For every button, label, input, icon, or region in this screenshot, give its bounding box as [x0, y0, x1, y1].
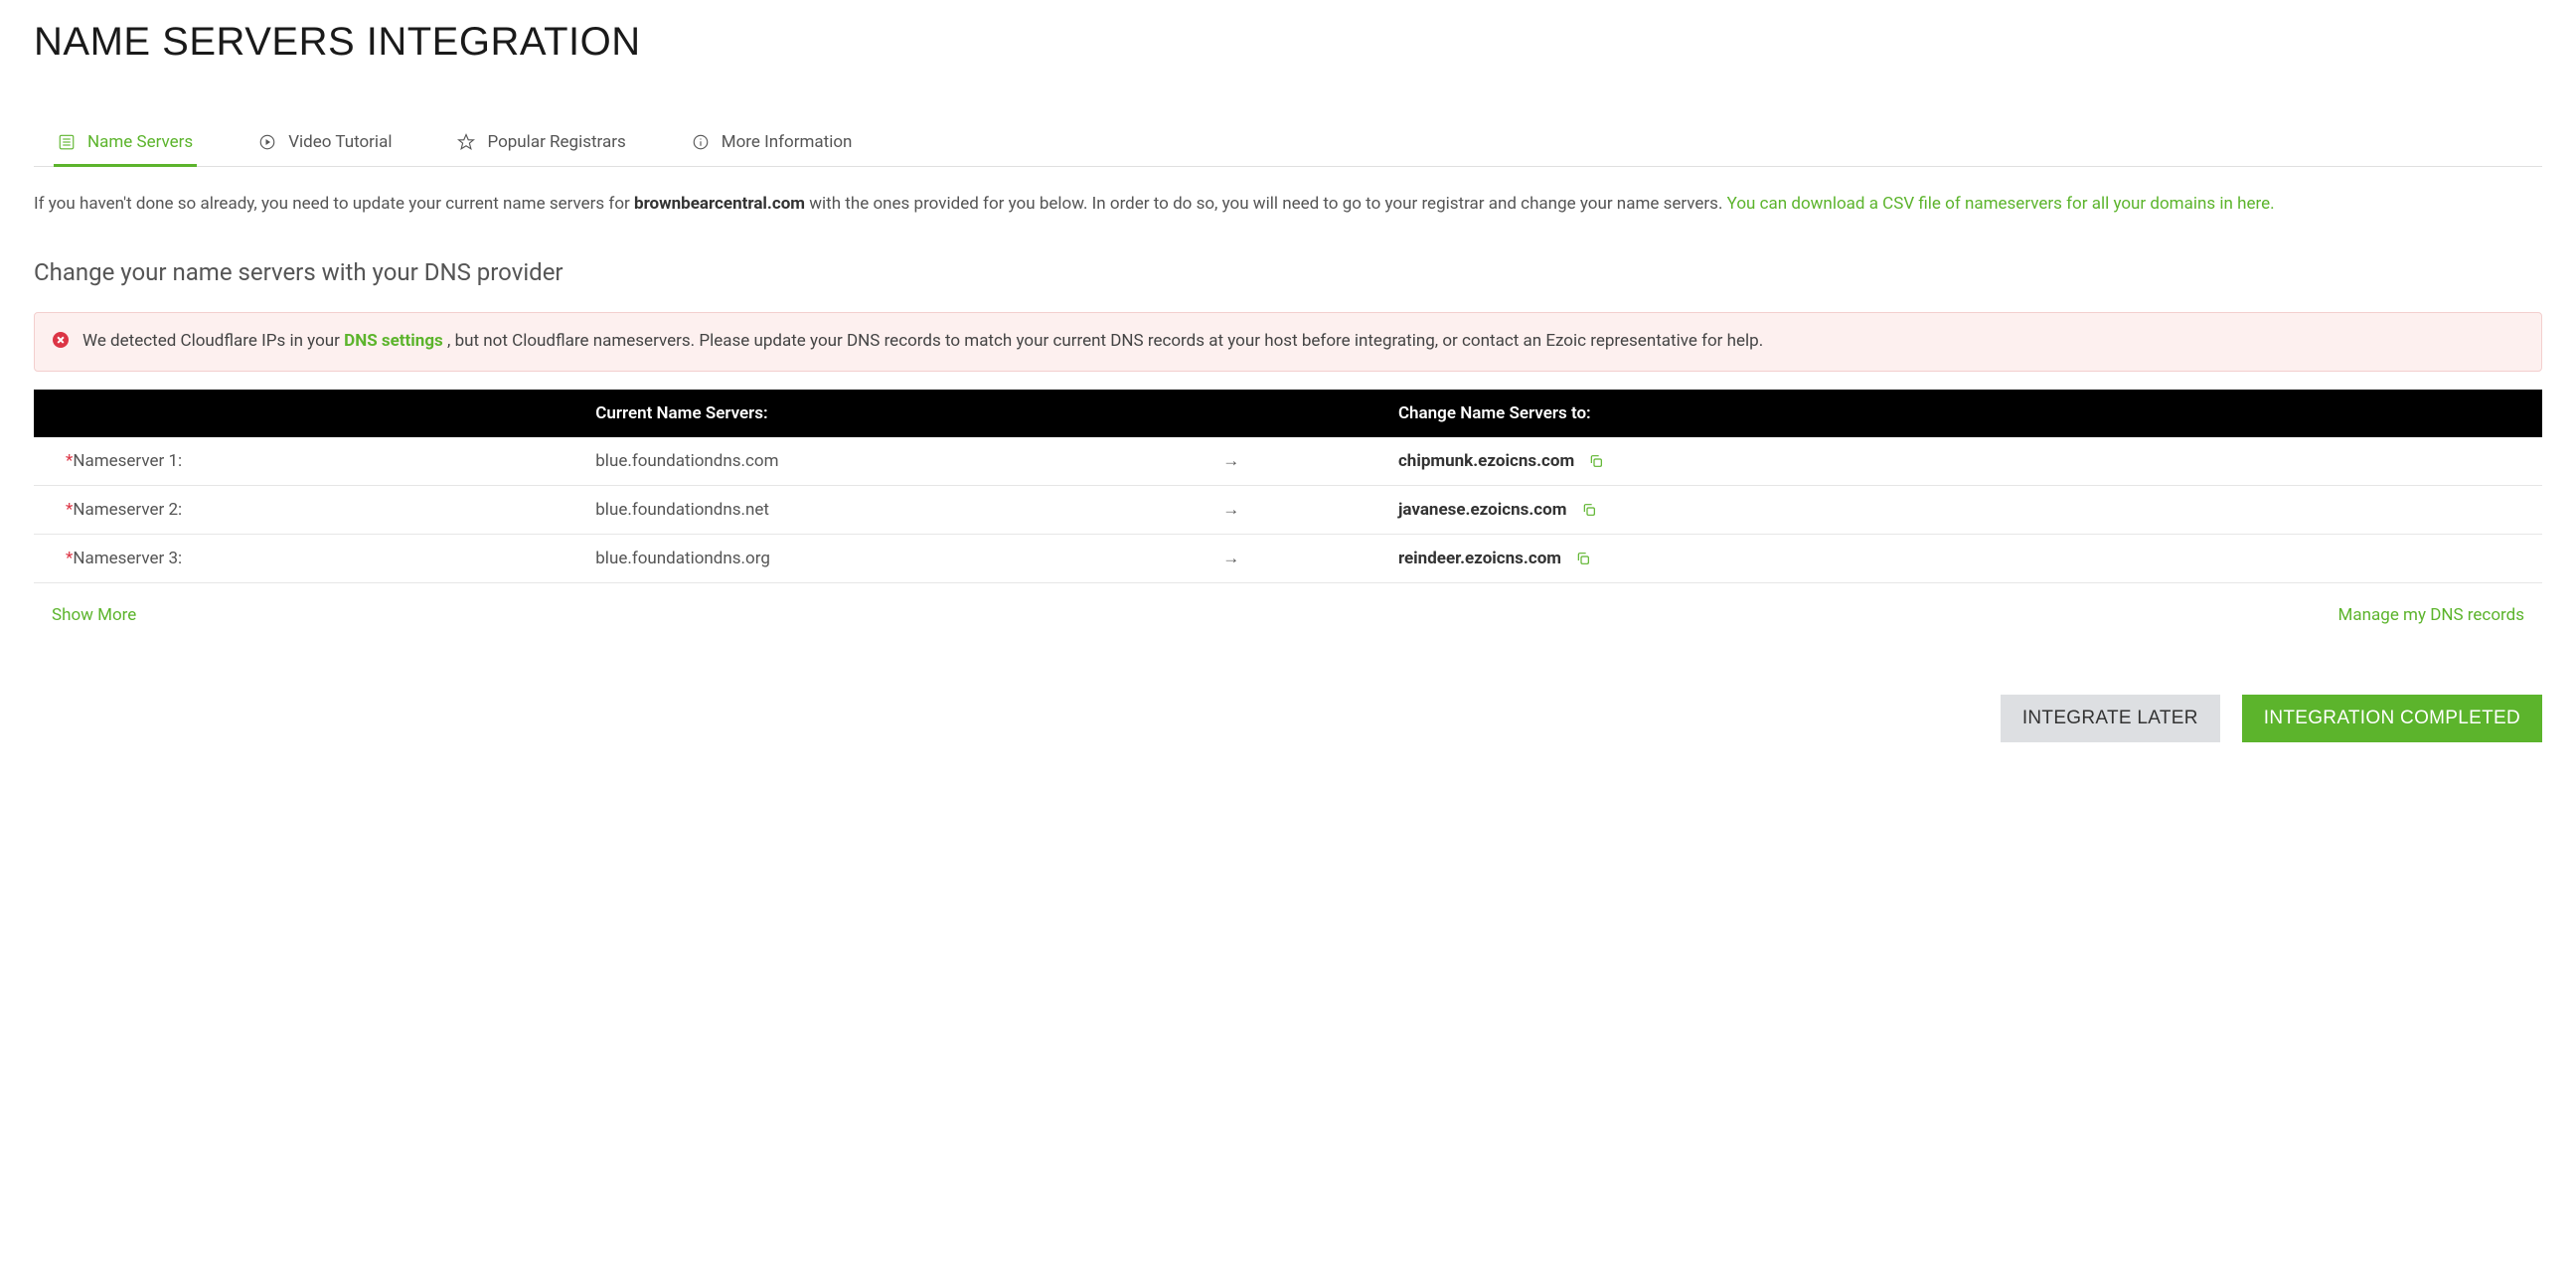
- ns-target: javanese.ezoicns.com: [1398, 500, 1567, 520]
- table-row: *Nameserver 3: blue.foundationdns.org → …: [34, 534, 2542, 582]
- nameserver-table: Current Name Servers: Change Name Server…: [34, 390, 2542, 583]
- action-buttons: INTEGRATE LATER INTEGRATION COMPLETED: [34, 695, 2542, 742]
- manage-dns-link[interactable]: Manage my DNS records: [2338, 605, 2524, 625]
- list-icon: [58, 133, 76, 151]
- play-circle-icon: [258, 133, 276, 151]
- th-blank: [34, 390, 585, 437]
- show-more-link[interactable]: Show More: [52, 605, 136, 625]
- copy-icon[interactable]: [1581, 502, 1597, 518]
- integration-completed-button[interactable]: INTEGRATION COMPLETED: [2242, 695, 2542, 742]
- page-title: NAME SERVERS INTEGRATION: [34, 20, 2542, 65]
- th-change-to: Change Name Servers to:: [1388, 390, 2542, 437]
- tab-name-servers[interactable]: Name Servers: [54, 124, 197, 166]
- tab-video-tutorial[interactable]: Video Tutorial: [254, 124, 396, 166]
- arrow-right-icon: →: [1212, 534, 1388, 582]
- integrate-later-button[interactable]: INTEGRATE LATER: [2001, 695, 2220, 742]
- table-row: *Nameserver 2: blue.foundationdns.net → …: [34, 485, 2542, 534]
- csv-download-link[interactable]: You can download a CSV file of nameserve…: [1727, 194, 2275, 214]
- ns-current: blue.foundationdns.net: [585, 485, 1212, 534]
- ns-current: blue.foundationdns.com: [585, 437, 1212, 486]
- copy-icon[interactable]: [1575, 551, 1591, 566]
- ns-label: *Nameserver 1:: [34, 437, 585, 486]
- tab-popular-registrars[interactable]: Popular Registrars: [453, 124, 629, 166]
- ns-target-cell: javanese.ezoicns.com: [1388, 485, 2542, 534]
- intro-text: If you haven't done so already, you need…: [34, 191, 2542, 217]
- tab-label: Popular Registrars: [487, 132, 625, 152]
- arrow-right-icon: →: [1212, 437, 1388, 486]
- ns-label: *Nameserver 3:: [34, 534, 585, 582]
- th-current: Current Name Servers:: [585, 390, 1212, 437]
- ns-target: chipmunk.ezoicns.com: [1398, 451, 1574, 471]
- ns-label: *Nameserver 2:: [34, 485, 585, 534]
- tab-more-information[interactable]: More Information: [688, 124, 857, 166]
- info-icon: [692, 133, 710, 151]
- alert-text: We detected Cloudflare IPs in your DNS s…: [82, 329, 1763, 355]
- table-footer: Show More Manage my DNS records: [34, 605, 2542, 625]
- arrow-right-icon: →: [1212, 485, 1388, 534]
- ns-current: blue.foundationdns.org: [585, 534, 1212, 582]
- alert-banner: We detected Cloudflare IPs in your DNS s…: [34, 312, 2542, 372]
- section-heading: Change your name servers with your DNS p…: [34, 258, 2542, 286]
- tabs: Name Servers Video Tutorial Popular Regi…: [34, 124, 2542, 167]
- domain-name: brownbearcentral.com: [634, 194, 805, 214]
- error-icon: [53, 332, 69, 348]
- ns-target: reindeer.ezoicns.com: [1398, 549, 1561, 568]
- dns-settings-link[interactable]: DNS settings: [344, 331, 443, 351]
- ns-target-cell: chipmunk.ezoicns.com: [1388, 437, 2542, 486]
- ns-target-cell: reindeer.ezoicns.com: [1388, 534, 2542, 582]
- tab-label: Video Tutorial: [288, 132, 392, 152]
- star-icon: [457, 133, 475, 151]
- table-row: *Nameserver 1: blue.foundationdns.com → …: [34, 437, 2542, 486]
- th-arrow: [1212, 390, 1388, 437]
- copy-icon[interactable]: [1588, 453, 1604, 469]
- tab-label: Name Servers: [87, 132, 193, 152]
- tab-label: More Information: [722, 132, 853, 152]
